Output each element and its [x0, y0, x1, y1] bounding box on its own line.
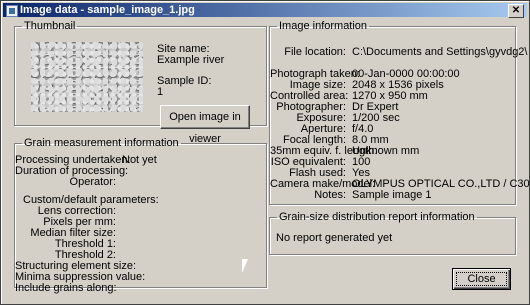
report-status-text: No report generated yet [276, 232, 393, 244]
grain-measurement-legend: Grain measurement information [24, 137, 179, 149]
image-information-legend: Image information [279, 20, 368, 32]
operator-label: Operator: [69, 176, 116, 188]
thumbnail-group: Thumbnail Site name: Example river Sampl… [14, 20, 267, 145]
app-icon [6, 5, 18, 17]
title-close-button[interactable]: ✕ [508, 4, 524, 18]
open-image-in-viewer-button[interactable]: Open image in viewer [160, 105, 250, 145]
report-information-legend: Grain-size distribution report informati… [279, 211, 475, 223]
notes-value: Sample image 1 [352, 189, 432, 201]
sample-thumbnail [31, 42, 143, 112]
file-location-value: C:\Documents and Settings\gyvdg2\ [352, 46, 528, 58]
window-title: Image data - sample_image_1.jpg [20, 4, 195, 16]
site-name-value: Example river [157, 54, 225, 66]
notes-label: Notes: [314, 189, 346, 201]
grain-measurement-group: Grain measurement information Processing… [14, 137, 267, 294]
close-button[interactable]: Close [452, 268, 511, 290]
thumbnail-legend: Thumbnail [24, 20, 76, 32]
image-data-window: Image data - sample_image_1.jpg ✕ Thumbn… [0, 0, 530, 305]
close-button-label: Close [467, 273, 496, 285]
file-location-label: File location: [284, 46, 346, 58]
sample-id-label: Sample ID: [157, 75, 212, 87]
report-information-group: Grain-size distribution report informati… [269, 211, 516, 255]
image-information-group: Image information File location: C:\Docu… [269, 20, 530, 205]
mouse-pointer-icon [242, 259, 254, 273]
include-grains-along-label: Include grains along: [15, 282, 117, 294]
sample-id-value: 1 [157, 86, 164, 98]
title-bar[interactable]: Image data - sample_image_1.jpg ✕ [3, 3, 527, 18]
